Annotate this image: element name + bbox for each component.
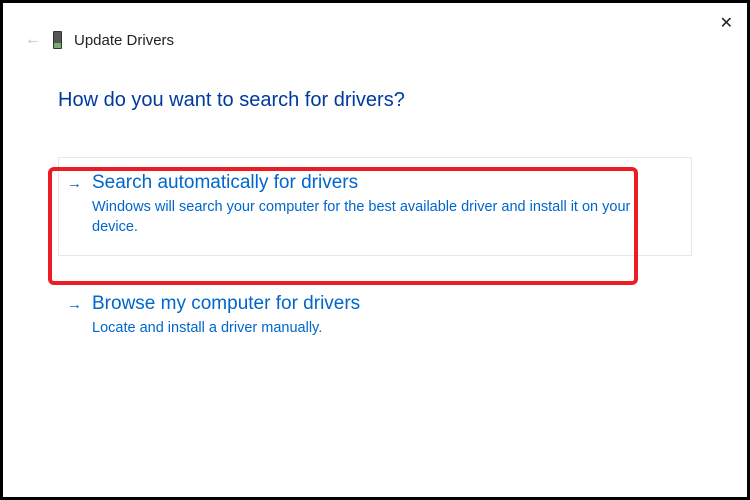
arrow-right-icon: → <box>67 175 82 192</box>
close-button[interactable]: ✕ <box>720 13 733 33</box>
close-icon: ✕ <box>720 15 733 32</box>
back-arrow-icon[interactable]: ← <box>25 31 41 49</box>
option-description: Windows will search your computer for th… <box>92 198 632 237</box>
question-heading: How do you want to search for drivers? <box>58 89 692 112</box>
dialog-content: How do you want to search for drivers? →… <box>3 59 747 358</box>
options-list: → Search automatically for drivers Windo… <box>58 157 692 358</box>
option-title: Search automatically for drivers <box>92 172 358 194</box>
dialog-header: ← Update Drivers <box>3 3 747 59</box>
option-description: Locate and install a driver manually. <box>92 319 632 339</box>
arrow-right-icon: → <box>67 296 82 313</box>
option-title: Browse my computer for drivers <box>92 293 360 315</box>
option-search-automatically[interactable]: → Search automatically for drivers Windo… <box>58 157 692 256</box>
device-icon <box>53 31 62 49</box>
option-browse-computer[interactable]: → Browse my computer for drivers Locate … <box>58 278 692 358</box>
dialog-title: Update Drivers <box>74 32 174 49</box>
